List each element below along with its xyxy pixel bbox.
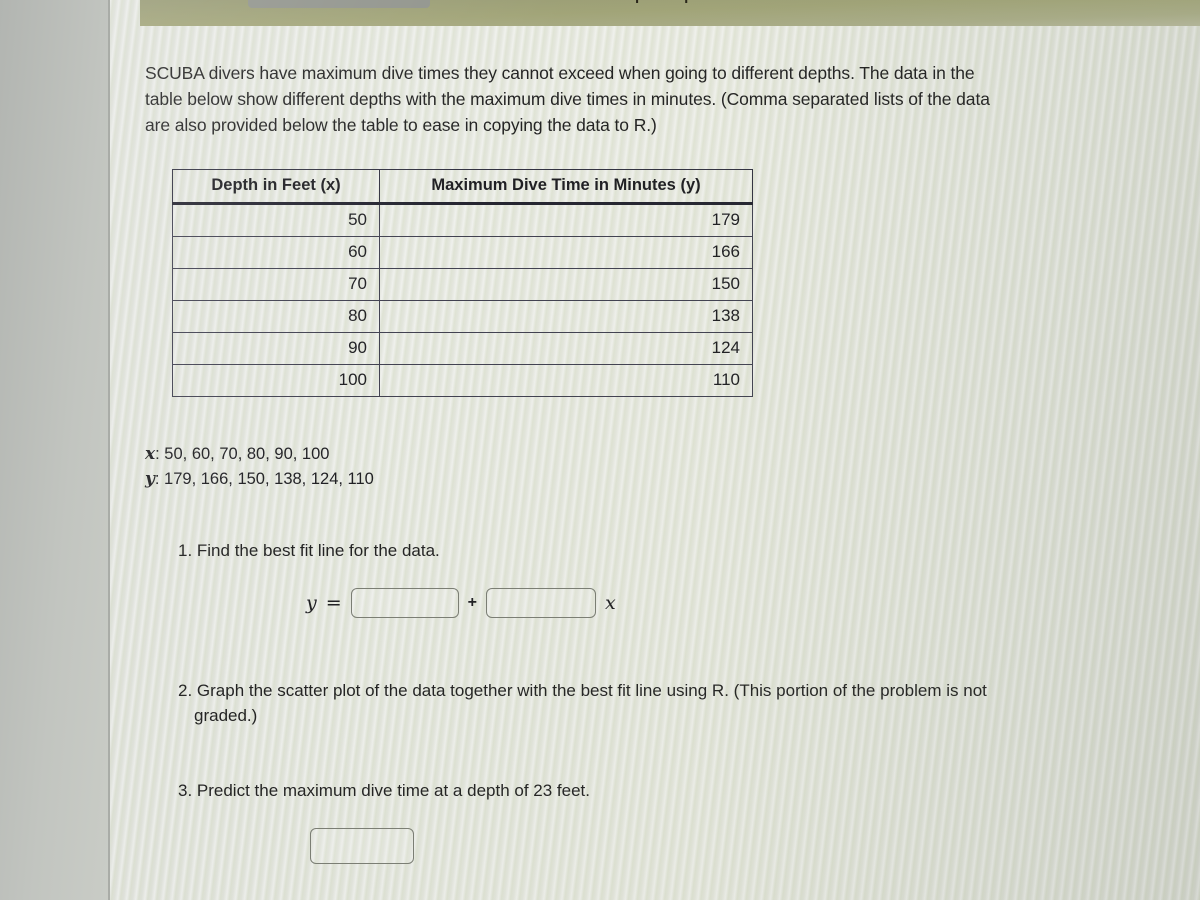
cell-divetime: 124: [379, 332, 753, 365]
table-row: 90 124: [172, 332, 753, 365]
cell-divetime: 110: [379, 364, 753, 397]
cell-divetime: 138: [379, 300, 753, 333]
table-header-depth: Depth in Feet (x): [172, 169, 380, 205]
table-row: 80 138: [172, 300, 753, 333]
cell-depth: 70: [172, 268, 380, 301]
slope-input[interactable]: [486, 588, 596, 618]
y-list-values: : 179, 166, 150, 138, 124, 110: [154, 470, 374, 488]
cell-divetime: 166: [379, 236, 753, 269]
question-2-text: 2. Graph the scatter plot of the data to…: [178, 681, 987, 725]
cell-divetime: 179: [379, 203, 753, 237]
answer-row-question-3: [310, 828, 414, 864]
page-content: SCUBA divers have maximum dive times the…: [110, 26, 1200, 900]
answer-row-question-1: y = + x: [306, 588, 616, 618]
monitor-left-bezel: [0, 0, 110, 900]
table-header-row: Depth in Feet (x) Maximum Dive Time in M…: [172, 169, 753, 205]
y-list-line: y: 179, 166, 150, 138, 124, 110: [145, 467, 374, 492]
banner-pill: [248, 0, 430, 8]
comma-separated-lists: x: 50, 60, 70, 80, 90, 100 y: 179, 166, …: [145, 442, 374, 492]
table-header-divetime: Maximum Dive Time in Minutes (y): [379, 169, 753, 205]
x-symbol: x: [605, 592, 616, 614]
x-list-values: : 50, 60, 70, 80, 90, 100: [155, 445, 330, 463]
intro-paragraph: SCUBA divers have maximum dive times the…: [145, 63, 990, 135]
top-banner: p ... 1 question: [140, 0, 1200, 26]
cell-depth: 60: [172, 236, 380, 269]
table-row: 50 179: [172, 203, 753, 237]
x-list-line: x: 50, 60, 70, 80, 90, 100: [145, 442, 374, 467]
y-variable-label: y: [145, 469, 155, 489]
question-1-text: 1. Find the best fit line for the data.: [178, 541, 440, 560]
cell-depth: 80: [172, 300, 380, 333]
table-row: 100 110: [172, 364, 753, 397]
data-table-container: Depth in Feet (x) Maximum Dive Time in M…: [172, 169, 753, 397]
cell-divetime: 150: [379, 268, 753, 301]
prediction-input[interactable]: [310, 828, 414, 864]
x-variable-label: x: [145, 444, 156, 464]
y-symbol: y: [306, 592, 317, 614]
table-row: 60 166: [172, 236, 753, 269]
banner-cutoff-text: p ... 1 question: [635, 0, 743, 4]
table-row: 70 150: [172, 268, 753, 301]
cell-depth: 100: [172, 364, 380, 397]
question-3-text: 3. Predict the maximum dive time at a de…: [178, 781, 590, 800]
dive-data-table: Depth in Feet (x) Maximum Dive Time in M…: [172, 169, 753, 397]
cell-depth: 50: [172, 203, 380, 237]
equals-sign: =: [325, 592, 342, 614]
cell-depth: 90: [172, 332, 380, 365]
intercept-input[interactable]: [350, 588, 459, 618]
plus-sign: +: [467, 594, 477, 611]
